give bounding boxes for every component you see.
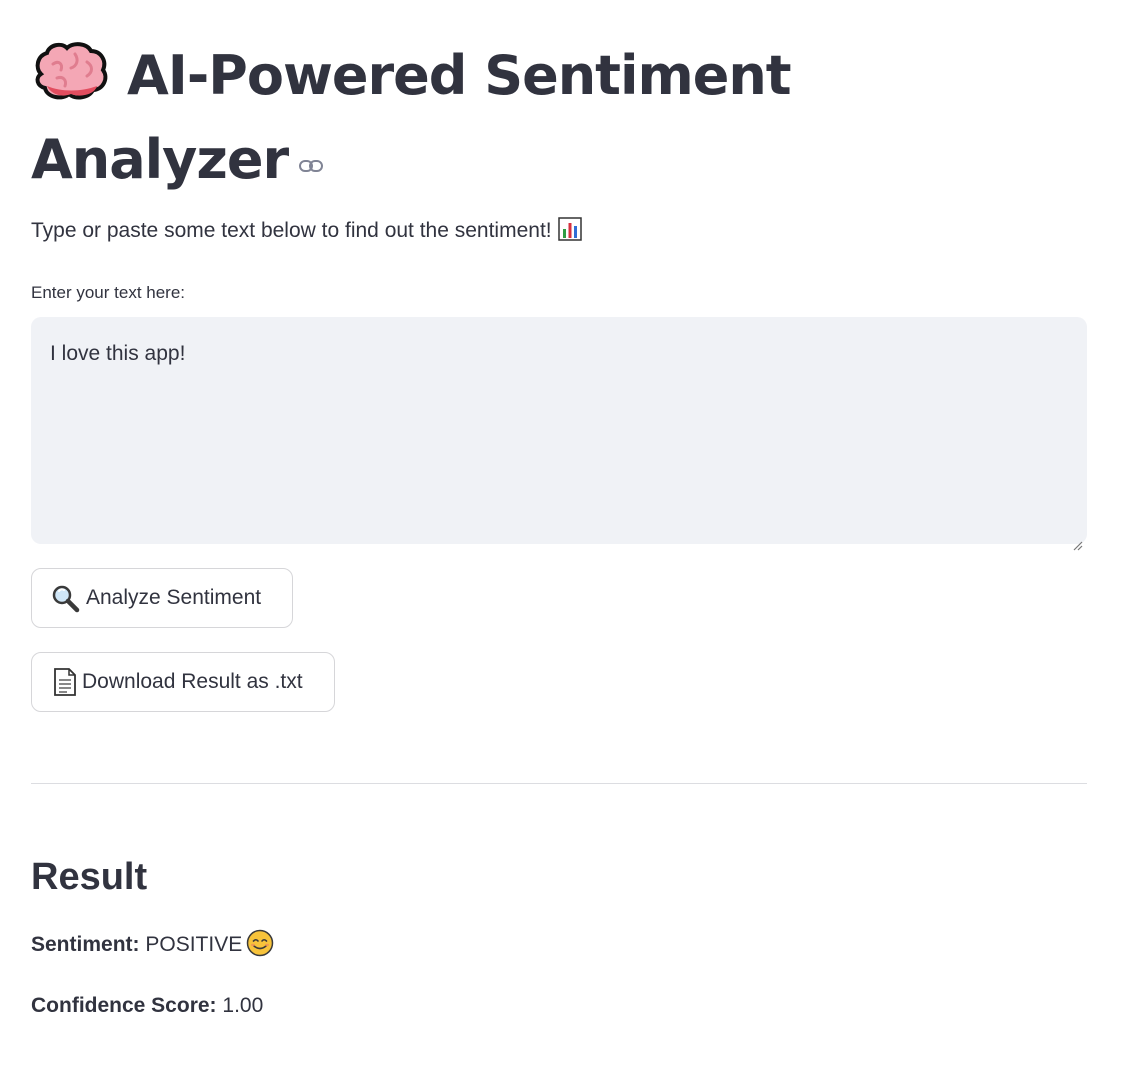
smiling-face-icon xyxy=(246,929,274,957)
bar-chart-icon xyxy=(557,217,582,241)
result-heading: Result xyxy=(31,856,148,898)
analyze-sentiment-button[interactable]: Analyze Sentiment xyxy=(31,568,293,628)
sentiment-result: Sentiment: POSITIVE xyxy=(31,929,274,960)
download-result-button[interactable]: Download Result as .txt xyxy=(31,652,335,712)
resize-handle-icon[interactable] xyxy=(1073,530,1083,551)
sentiment-label: Sentiment: xyxy=(31,933,140,956)
text-input-label: Enter your text here: xyxy=(31,283,186,302)
intro-text-label: Type or paste some text below to find ou… xyxy=(31,219,552,242)
page-title-text: AI-Powered Sentiment Analyzer xyxy=(31,44,792,191)
brain-icon xyxy=(31,40,109,102)
section-divider xyxy=(31,783,1087,784)
page-title: AI-Powered Sentiment Analyzer xyxy=(31,36,831,200)
confidence-label: Confidence Score: xyxy=(31,994,217,1017)
analyze-sentiment-label: Analyze Sentiment xyxy=(86,586,262,609)
sentiment-value: POSITIVE xyxy=(145,933,243,956)
intro-text: Type or paste some text below to find ou… xyxy=(31,216,582,246)
document-icon xyxy=(50,667,76,697)
magnifier-icon xyxy=(50,583,80,613)
link-icon[interactable] xyxy=(298,116,324,172)
confidence-result: Confidence Score: 1.00 xyxy=(31,991,263,1021)
text-input-value[interactable]: I love this app! xyxy=(50,342,185,365)
download-result-label: Download Result as .txt xyxy=(82,670,303,693)
text-input-area[interactable]: I love this app! xyxy=(31,317,1087,551)
confidence-value: 1.00 xyxy=(222,994,264,1017)
